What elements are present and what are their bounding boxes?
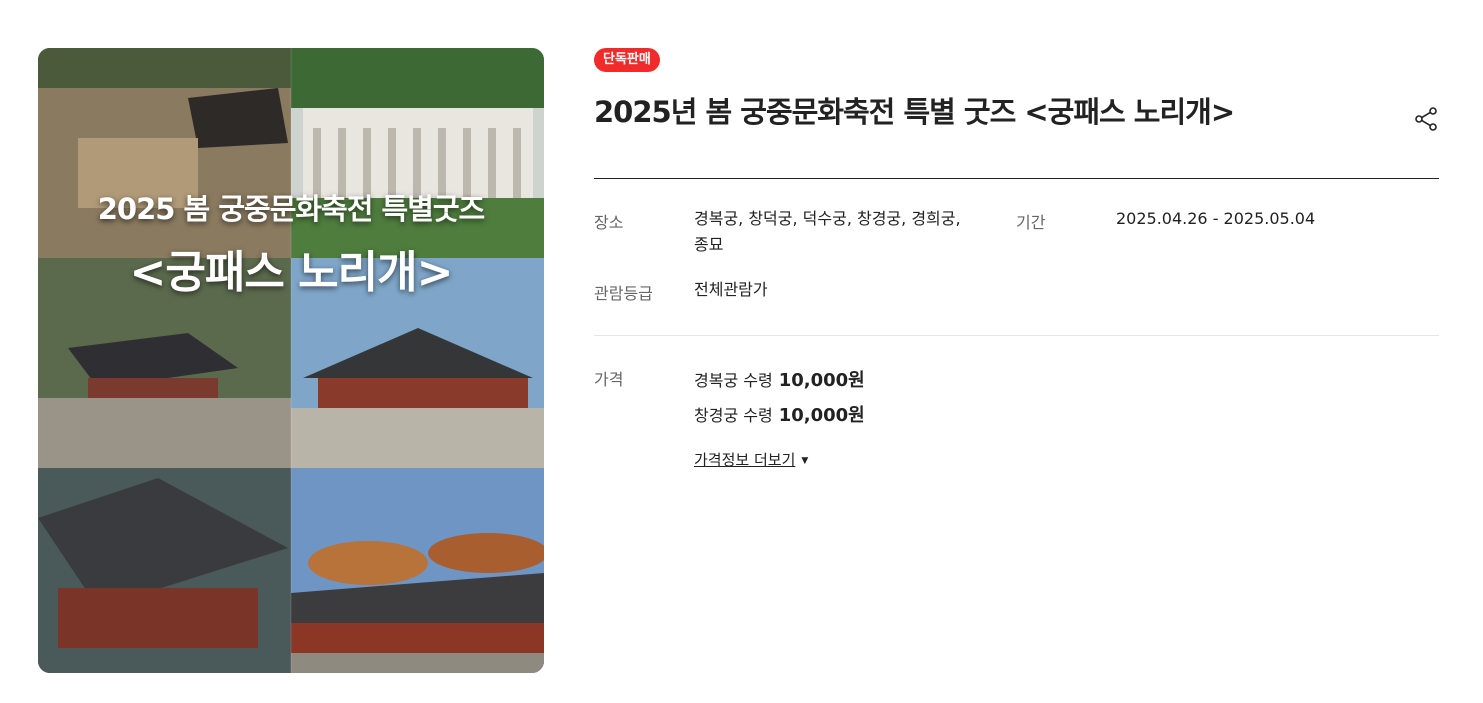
period-label: 기간	[1016, 213, 1046, 232]
place-value-line2: 종묘	[694, 235, 724, 254]
period-value: 2025.04.26 - 2025.05.04	[1116, 209, 1316, 228]
rating-value: 전체관람가	[694, 280, 768, 299]
place-value-line1: 경복궁, 창덕궁, 덕수궁, 창경궁, 경희궁,	[694, 209, 961, 228]
title-row: 2025년 봄 궁중문화축전 특별 굿즈 <궁패스 노리개>	[594, 92, 1439, 179]
price-item-name: 창경궁 수령	[694, 406, 773, 425]
place-value: 경복궁, 창덕궁, 덕수궁, 창경궁, 경희궁, 종묘	[694, 206, 961, 258]
share-button[interactable]	[1413, 106, 1439, 132]
price-more-link[interactable]: 가격정보 더보기 ▼	[694, 449, 808, 470]
price-item-name: 경복궁 수령	[694, 371, 773, 390]
price-item-amount: 10,000원	[778, 405, 865, 426]
product-meta: 장소 경복궁, 창덕궁, 덕수궁, 창경궁, 경희궁, 종묘 기간 2025.0…	[594, 179, 1439, 336]
exclusive-badge: 단독판매	[594, 48, 660, 72]
product-title: 2025년 봄 궁중문화축전 특별 굿즈 <궁패스 노리개>	[594, 95, 1235, 129]
place-label: 장소	[594, 213, 624, 232]
price-item: 경복궁 수령 10,000원	[694, 366, 865, 392]
price-item-amount: 10,000원	[778, 370, 865, 391]
price-section: 가격 경복궁 수령 10,000원 창경궁 수령 10,000원 가격정보 더보기 ▼	[594, 336, 1439, 496]
product-poster-image: 2025 봄 궁중문화축전 특별굿즈 <궁패스 노리개>	[38, 48, 544, 673]
caret-down-icon: ▼	[801, 456, 809, 466]
product-info: 단독판매 2025년 봄 궁중문화축전 특별 굿즈 <궁패스 노리개> 장소 경…	[594, 48, 1439, 496]
price-more-label: 가격정보 더보기	[694, 451, 796, 469]
rating-label: 관람등급	[594, 284, 653, 303]
share-icon	[1415, 107, 1437, 131]
poster-artwork	[38, 48, 544, 673]
price-item: 창경궁 수령 10,000원	[694, 401, 865, 427]
poster-title-line2: <궁패스 노리개>	[129, 247, 454, 298]
poster-title-line1: 2025 봄 궁중문화축전 특별굿즈	[97, 192, 485, 226]
price-label: 가격	[594, 370, 624, 389]
